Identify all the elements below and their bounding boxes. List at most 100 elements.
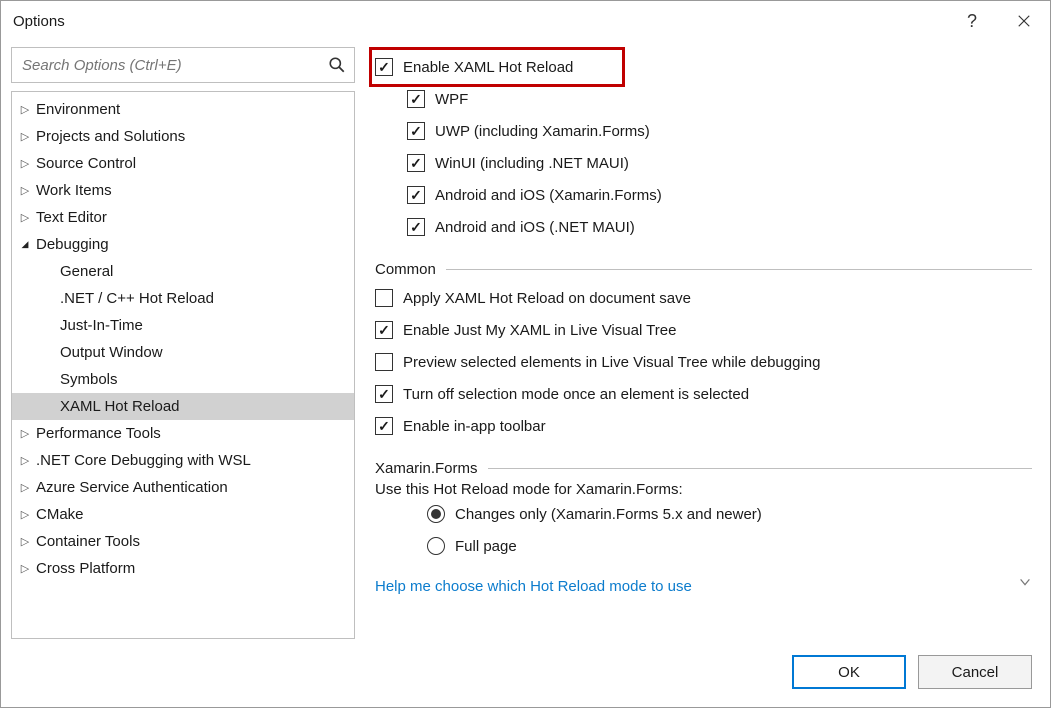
tree-item[interactable]: ▷Container Tools bbox=[12, 528, 354, 555]
search-icon bbox=[328, 56, 346, 74]
tree-item[interactable]: ▷Output Window bbox=[12, 339, 354, 366]
enable-xaml-hot-reload-row[interactable]: Enable XAML Hot Reload bbox=[375, 51, 1032, 83]
common-option-row[interactable]: Turn off selection mode once an element … bbox=[375, 378, 1032, 410]
options-tree[interactable]: ▷Environment▷Projects and Solutions▷Sour… bbox=[12, 92, 354, 638]
platform-row[interactable]: WinUI (including .NET MAUI) bbox=[375, 147, 1032, 179]
tree-item-label: Debugging bbox=[36, 236, 109, 253]
common-option-checkbox[interactable] bbox=[375, 417, 393, 435]
hot-reload-mode-label: Changes only (Xamarin.Forms 5.x and newe… bbox=[455, 506, 762, 523]
enable-xaml-hot-reload-label: Enable XAML Hot Reload bbox=[403, 59, 573, 76]
tree-item-label: Work Items bbox=[36, 182, 112, 199]
common-option-row[interactable]: Enable Just My XAML in Live Visual Tree bbox=[375, 314, 1032, 346]
tree-item[interactable]: ▷ Work Items bbox=[12, 177, 354, 204]
tree-item-label: .NET / C++ Hot Reload bbox=[60, 290, 214, 307]
common-option-label: Turn off selection mode once an element … bbox=[403, 386, 749, 403]
tree-item[interactable]: ▷ CMake bbox=[12, 501, 354, 528]
common-group-label: Common bbox=[375, 261, 436, 278]
tree-item-label: .NET Core Debugging with WSL bbox=[36, 452, 251, 469]
tree-item-label: Just-In-Time bbox=[60, 317, 143, 334]
tree-item-label: XAML Hot Reload bbox=[60, 398, 180, 415]
common-option-row[interactable]: Apply XAML Hot Reload on document save bbox=[375, 282, 1032, 314]
common-group-header: Common bbox=[375, 261, 1032, 278]
tree-item[interactable]: ▷ Cross Platform bbox=[12, 555, 354, 582]
common-option-row[interactable]: Enable in-app toolbar bbox=[375, 410, 1032, 442]
platform-row[interactable]: WPF bbox=[375, 83, 1032, 115]
tree-item[interactable]: ▷ .NET Core Debugging with WSL bbox=[12, 447, 354, 474]
common-option-label: Preview selected elements in Live Visual… bbox=[403, 354, 820, 371]
expand-closed-icon: ▷ bbox=[18, 481, 32, 494]
platform-label: Android and iOS (Xamarin.Forms) bbox=[435, 187, 662, 204]
common-option-label: Enable in-app toolbar bbox=[403, 418, 546, 435]
platform-row[interactable]: Android and iOS (.NET MAUI) bbox=[375, 211, 1032, 243]
search-box[interactable] bbox=[11, 47, 355, 83]
search-input[interactable] bbox=[20, 56, 328, 75]
expand-closed-icon: ▷ bbox=[18, 535, 32, 548]
help-button[interactable]: ? bbox=[946, 1, 998, 41]
ok-button[interactable]: OK bbox=[792, 655, 906, 689]
expand-closed-icon: ▷ bbox=[18, 184, 32, 197]
xamarin-forms-prompt: Use this Hot Reload mode for Xamarin.For… bbox=[375, 481, 1032, 498]
tree-item[interactable]: ▷Projects and Solutions bbox=[12, 123, 354, 150]
common-option-checkbox[interactable] bbox=[375, 289, 393, 307]
tree-item[interactable]: ▷ Azure Service Authentication bbox=[12, 474, 354, 501]
platform-checkbox[interactable] bbox=[407, 154, 425, 172]
tree-item-label: Text Editor bbox=[36, 209, 107, 226]
tree-item-label: Output Window bbox=[60, 344, 163, 361]
hot-reload-mode-label: Full page bbox=[455, 538, 517, 555]
cancel-button[interactable]: Cancel bbox=[918, 655, 1032, 689]
enable-xaml-hot-reload-checkbox[interactable] bbox=[375, 58, 393, 76]
tree-item[interactable]: ▷Environment bbox=[12, 96, 354, 123]
platform-checkbox[interactable] bbox=[407, 186, 425, 204]
hot-reload-help-link[interactable]: Help me choose which Hot Reload mode to … bbox=[375, 578, 692, 595]
hot-reload-mode-radio[interactable] bbox=[427, 537, 445, 555]
tree-item[interactable]: ▷Just-In-Time bbox=[12, 312, 354, 339]
platform-label: Android and iOS (.NET MAUI) bbox=[435, 219, 635, 236]
tree-item-label: General bbox=[60, 263, 113, 280]
tree-item[interactable]: ▷ Performance Tools bbox=[12, 420, 354, 447]
tree-item-label: Cross Platform bbox=[36, 560, 135, 577]
common-option-checkbox[interactable] bbox=[375, 385, 393, 403]
close-icon bbox=[1017, 14, 1031, 28]
hot-reload-mode-option[interactable]: Changes only (Xamarin.Forms 5.x and newe… bbox=[375, 498, 1032, 530]
tree-item-label: Symbols bbox=[60, 371, 118, 388]
common-option-row[interactable]: Preview selected elements in Live Visual… bbox=[375, 346, 1032, 378]
common-option-checkbox[interactable] bbox=[375, 353, 393, 371]
tree-item[interactable]: ▷General bbox=[12, 258, 354, 285]
xamarin-forms-group-header: Xamarin.Forms bbox=[375, 460, 1032, 477]
common-option-checkbox[interactable] bbox=[375, 321, 393, 339]
hot-reload-mode-radio[interactable] bbox=[427, 505, 445, 523]
close-button[interactable] bbox=[998, 1, 1050, 41]
tree-item[interactable]: ▷XAML Hot Reload bbox=[12, 393, 354, 420]
tree-item-label: Azure Service Authentication bbox=[36, 479, 228, 496]
common-option-label: Enable Just My XAML in Live Visual Tree bbox=[403, 322, 676, 339]
expand-closed-icon: ▷ bbox=[18, 508, 32, 521]
expand-closed-icon: ▷ bbox=[18, 103, 32, 116]
tree-item[interactable]: ▷ Text Editor bbox=[12, 204, 354, 231]
options-panel: Enable XAML Hot Reload WPFUWP (including… bbox=[365, 47, 1040, 639]
tree-item-label: CMake bbox=[36, 506, 84, 523]
expand-closed-icon: ▷ bbox=[18, 562, 32, 575]
platform-checkbox[interactable] bbox=[407, 90, 425, 108]
platform-label: WinUI (including .NET MAUI) bbox=[435, 155, 629, 172]
hot-reload-mode-option[interactable]: Full page bbox=[375, 530, 1032, 562]
expand-closed-icon: ▷ bbox=[18, 211, 32, 224]
common-option-label: Apply XAML Hot Reload on document save bbox=[403, 290, 691, 307]
tree-item[interactable]: ◢ Debugging bbox=[12, 231, 354, 258]
platform-checkbox[interactable] bbox=[407, 218, 425, 236]
platform-checkbox[interactable] bbox=[407, 122, 425, 140]
window-title: Options bbox=[13, 13, 946, 30]
platform-row[interactable]: UWP (including Xamarin.Forms) bbox=[375, 115, 1032, 147]
expand-open-icon: ◢ bbox=[18, 239, 32, 250]
chevron-down-icon[interactable] bbox=[1018, 575, 1032, 589]
platform-row[interactable]: Android and iOS (Xamarin.Forms) bbox=[375, 179, 1032, 211]
tree-item-label: Source Control bbox=[36, 155, 136, 172]
tree-item[interactable]: ▷.NET / C++ Hot Reload bbox=[12, 285, 354, 312]
tree-item-label: Performance Tools bbox=[36, 425, 161, 442]
expand-closed-icon: ▷ bbox=[18, 157, 32, 170]
options-dialog: Options ? ▷Environment▷Projects and Solu… bbox=[0, 0, 1051, 708]
tree-item[interactable]: ▷Symbols bbox=[12, 366, 354, 393]
tree-item-label: Projects and Solutions bbox=[36, 128, 185, 145]
expand-closed-icon: ▷ bbox=[18, 427, 32, 440]
expand-closed-icon: ▷ bbox=[18, 454, 32, 467]
tree-item[interactable]: ▷ Source Control bbox=[12, 150, 354, 177]
